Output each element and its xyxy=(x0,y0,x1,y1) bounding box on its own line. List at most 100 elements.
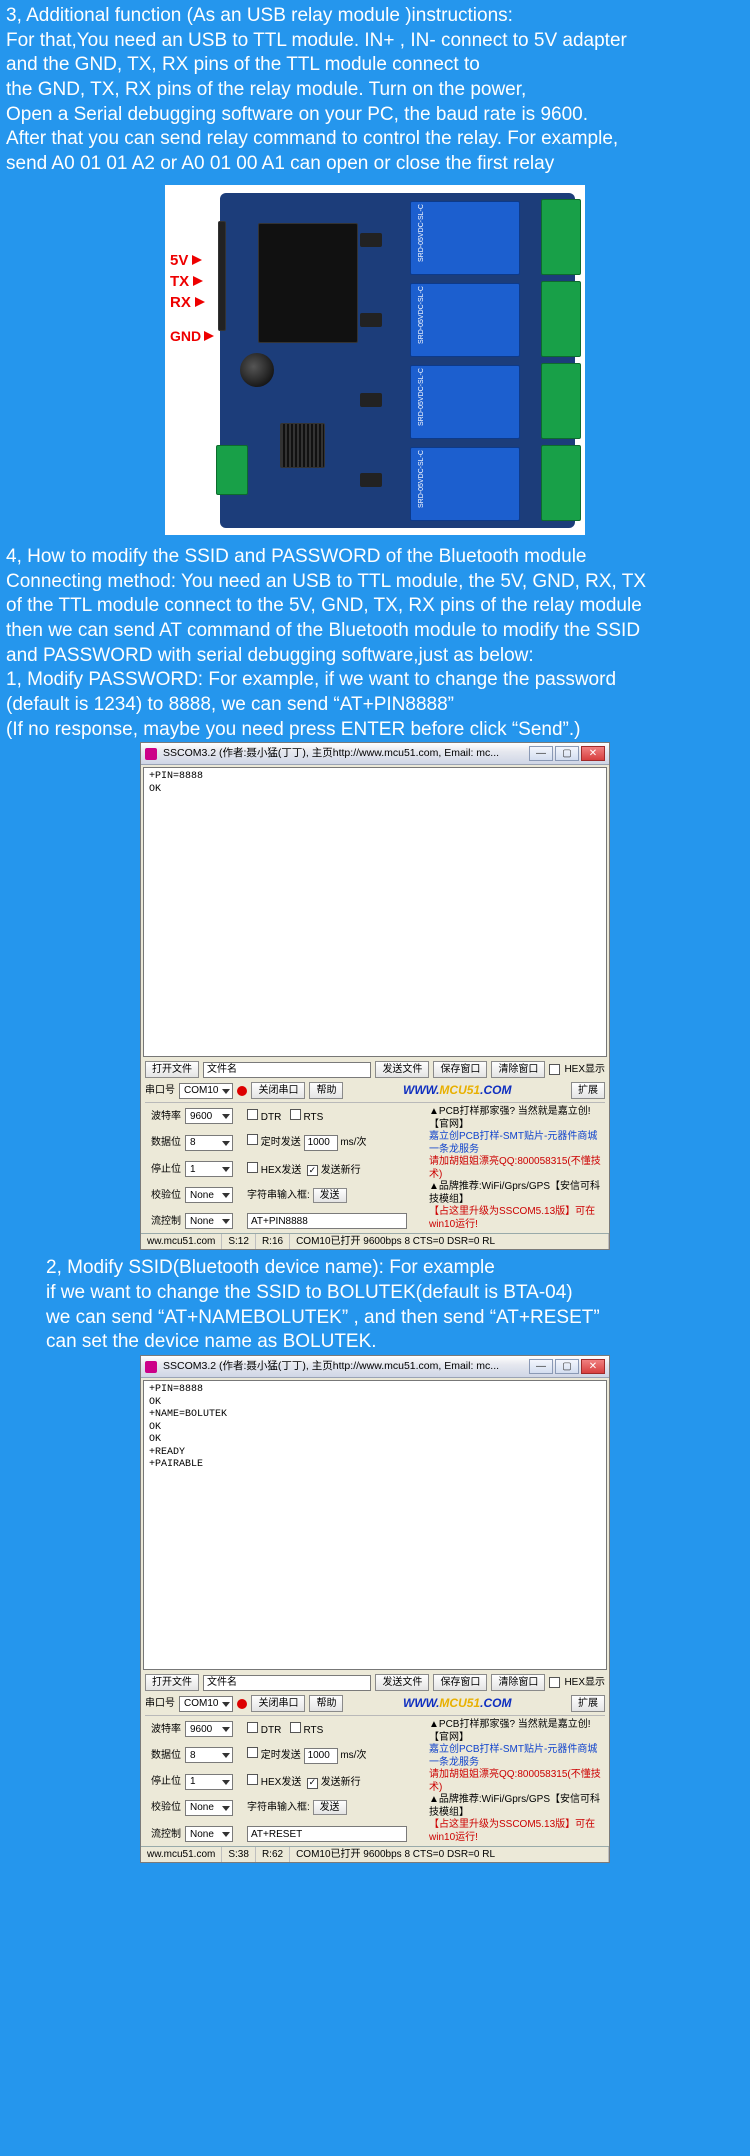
arrow-icon xyxy=(204,331,214,341)
sendnew-checkbox[interactable]: ✓ xyxy=(307,1778,318,1789)
expand-button[interactable]: 扩展 xyxy=(571,1695,605,1712)
parity-select[interactable]: None xyxy=(185,1187,233,1203)
close-button[interactable]: ✕ xyxy=(581,746,605,761)
minimize-button[interactable]: — xyxy=(529,1359,553,1374)
smd-chip xyxy=(360,393,382,407)
send-file-button[interactable]: 发送文件 xyxy=(375,1061,429,1078)
minimize-button[interactable]: — xyxy=(529,746,553,761)
mid-l4: can set the device name as BOLUTEK. xyxy=(46,1330,744,1355)
pin-5v-label: 5V xyxy=(170,250,188,271)
terminal-block xyxy=(216,445,248,495)
timed-label: 定时发送 xyxy=(261,1750,301,1761)
stop-select[interactable]: 1 xyxy=(185,1161,233,1177)
baud-label: 波特率 xyxy=(145,1110,181,1123)
close-button[interactable]: ✕ xyxy=(581,1359,605,1374)
timed-interval-field[interactable]: 1000 xyxy=(304,1135,338,1151)
window-title: SSCOM3.2 (作者:聂小猛(丁丁), 主页http://www.mcu51… xyxy=(163,747,499,761)
flow-select[interactable]: None xyxy=(185,1213,233,1229)
serial-output[interactable]: +PIN=8888 OK xyxy=(143,767,607,1057)
save-window-button[interactable]: 保存窗口 xyxy=(433,1674,487,1691)
ic-component xyxy=(280,423,325,468)
rts-checkbox[interactable] xyxy=(290,1722,301,1733)
dtr-checkbox[interactable] xyxy=(247,1109,258,1120)
expand-button[interactable]: 扩展 xyxy=(571,1082,605,1099)
hex-show-checkbox[interactable] xyxy=(549,1064,560,1075)
smd-chip xyxy=(360,473,382,487)
status-site: ww.mcu51.com xyxy=(141,1234,222,1249)
close-port-button[interactable]: 关闭串口 xyxy=(251,1695,305,1712)
sec4-l3: then we can send AT command of the Bluet… xyxy=(6,619,744,644)
sec4-title: 4, How to modify the SSID and PASSWORD o… xyxy=(6,545,744,570)
statusbar: ww.mcu51.com S:38 R:62 COM10已打开 9600bps … xyxy=(141,1846,609,1862)
sec4-l1: Connecting method: You need an USB to TT… xyxy=(6,570,744,595)
data-select[interactable]: 8 xyxy=(185,1747,233,1763)
timed-checkbox[interactable] xyxy=(247,1134,258,1145)
close-port-button[interactable]: 关闭串口 xyxy=(251,1082,305,1099)
arrow-icon xyxy=(195,297,205,307)
sendnew-checkbox[interactable]: ✓ xyxy=(307,1165,318,1176)
status-sent: S:12 xyxy=(222,1234,256,1249)
stop-label: 停止位 xyxy=(145,1775,181,1788)
data-select[interactable]: 8 xyxy=(185,1135,233,1151)
sscom-window-1: SSCOM3.2 (作者:聂小猛(丁丁), 主页http://www.mcu51… xyxy=(140,742,610,1250)
serial-output[interactable]: +PIN=8888 OK +NAME=BOLUTEK OK OK +READY … xyxy=(143,1380,607,1670)
filename-field[interactable]: 文件名 xyxy=(203,1675,371,1691)
relay-component: SRD-05VDC-SL-C xyxy=(410,447,520,521)
baud-select[interactable]: 9600 xyxy=(185,1721,233,1737)
hex-show-label: HEX显示 xyxy=(564,1063,605,1076)
hexsend-checkbox[interactable] xyxy=(247,1774,258,1785)
sec4-l5: 1, Modify PASSWORD: For example, if we w… xyxy=(6,668,744,693)
status-recv: R:62 xyxy=(256,1847,290,1862)
clear-window-button[interactable]: 清除窗口 xyxy=(491,1674,545,1691)
titlebar[interactable]: SSCOM3.2 (作者:聂小猛(丁丁), 主页http://www.mcu51… xyxy=(141,1356,609,1378)
rts-checkbox[interactable] xyxy=(290,1109,301,1120)
flow-select[interactable]: None xyxy=(185,1826,233,1842)
website-link[interactable]: WWW.MCU51.COM xyxy=(347,1083,567,1099)
sec4-l2: of the TTL module connect to the 5V, GND… xyxy=(6,594,744,619)
sscom-window-2: SSCOM3.2 (作者:聂小猛(丁丁), 主页http://www.mcu51… xyxy=(140,1355,610,1863)
save-window-button[interactable]: 保存窗口 xyxy=(433,1061,487,1078)
filename-field[interactable]: 文件名 xyxy=(203,1062,371,1078)
hexsend-label: HEX发送 xyxy=(261,1165,302,1176)
sec3-l5: After that you can send relay command to… xyxy=(6,127,744,152)
send-button[interactable]: 发送 xyxy=(313,1188,347,1203)
parity-select[interactable]: None xyxy=(185,1800,233,1816)
website-link[interactable]: WWW.MCU51.COM xyxy=(347,1696,567,1712)
port-select[interactable]: COM10 xyxy=(179,1696,233,1712)
input-field[interactable]: AT+RESET xyxy=(247,1826,407,1842)
pin-rx-label: RX xyxy=(170,292,191,313)
maximize-button[interactable]: ▢ xyxy=(555,1359,579,1374)
dtr-label: DTR xyxy=(261,1112,282,1123)
send-button[interactable]: 发送 xyxy=(313,1800,347,1815)
hex-show-label: HEX显示 xyxy=(564,1676,605,1689)
relay-component: SRD-05VDC-SL-C xyxy=(410,283,520,357)
hexsend-checkbox[interactable] xyxy=(247,1162,258,1173)
help-button[interactable]: 帮助 xyxy=(309,1695,343,1712)
timed-unit: ms/次 xyxy=(340,1750,366,1761)
timed-checkbox[interactable] xyxy=(247,1747,258,1758)
terminal-block xyxy=(541,363,581,439)
open-file-button[interactable]: 打开文件 xyxy=(145,1674,199,1691)
port-select[interactable]: COM10 xyxy=(179,1083,233,1099)
smd-chip xyxy=(360,233,382,247)
open-file-button[interactable]: 打开文件 xyxy=(145,1061,199,1078)
baud-select[interactable]: 9600 xyxy=(185,1108,233,1124)
help-button[interactable]: 帮助 xyxy=(309,1082,343,1099)
status-site: ww.mcu51.com xyxy=(141,1847,222,1862)
promo-text: ▲PCB打样那家强? 当然就是嘉立创! 【官网】 嘉立创PCB打样-SMT贴片-… xyxy=(425,1717,609,1846)
titlebar[interactable]: SSCOM3.2 (作者:聂小猛(丁丁), 主页http://www.mcu51… xyxy=(141,743,609,765)
hex-show-checkbox[interactable] xyxy=(549,1677,560,1688)
statusbar: ww.mcu51.com S:12 R:16 COM10已打开 9600bps … xyxy=(141,1233,609,1249)
timed-interval-field[interactable]: 1000 xyxy=(304,1748,338,1764)
mid-l1: 2, Modify SSID(Bluetooth device name): F… xyxy=(46,1256,744,1281)
arrow-icon xyxy=(192,255,202,265)
pin-gnd-label: GND xyxy=(170,327,201,345)
send-file-button[interactable]: 发送文件 xyxy=(375,1674,429,1691)
arrow-icon xyxy=(193,276,203,286)
dtr-checkbox[interactable] xyxy=(247,1722,258,1733)
parity-label: 校验位 xyxy=(145,1189,181,1202)
input-field[interactable]: AT+PIN8888 xyxy=(247,1213,407,1229)
clear-window-button[interactable]: 清除窗口 xyxy=(491,1061,545,1078)
stop-select[interactable]: 1 xyxy=(185,1774,233,1790)
maximize-button[interactable]: ▢ xyxy=(555,746,579,761)
